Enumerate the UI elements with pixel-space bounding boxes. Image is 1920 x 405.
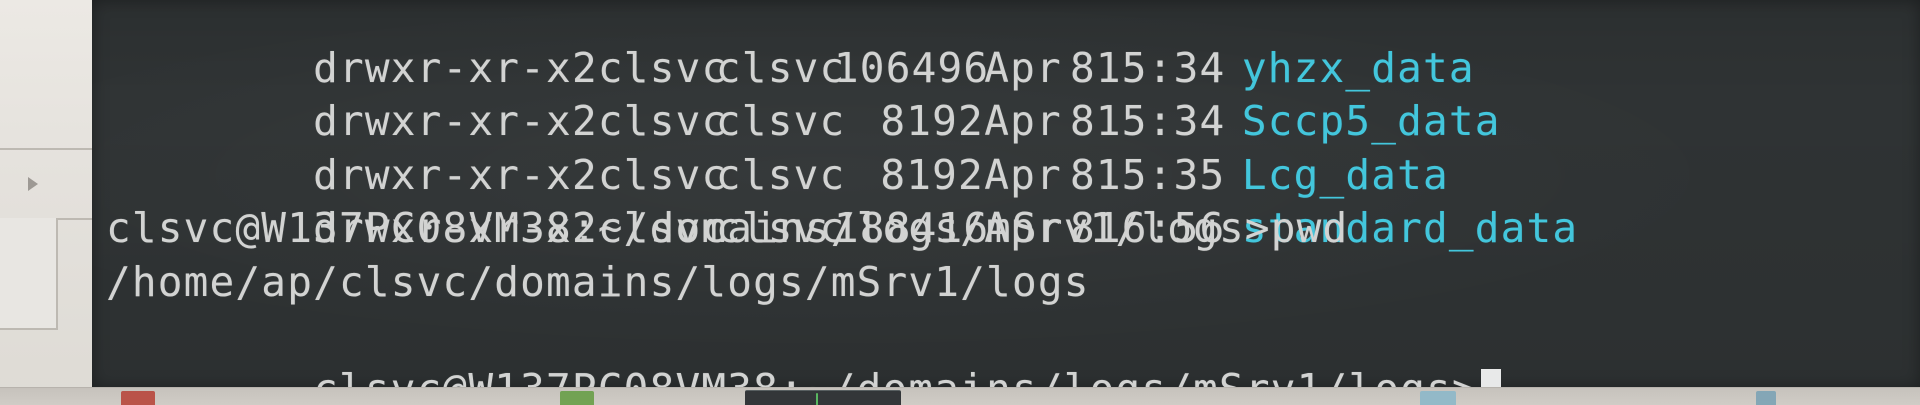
day-field: 8 <box>1070 150 1096 199</box>
taskbar <box>0 387 1920 405</box>
group-field: clsvc <box>715 150 846 199</box>
month-field: Apr <box>984 150 1062 199</box>
shell-command-line: clsvc@W137PC08VM38:~/domains/logs/mSrv1/… <box>106 204 1349 252</box>
time-field: 15:34 <box>1095 97 1226 145</box>
directory-name: Sccp5_data <box>1241 97 1501 145</box>
size-field: 8192 <box>880 150 984 199</box>
group-field: clsvc <box>715 43 846 92</box>
month-field: Apr <box>984 43 1062 92</box>
permissions-field: drwxr-xr-x <box>313 43 572 92</box>
owner-field: clsvc <box>597 150 728 199</box>
owner-field: clsvc <box>597 97 728 145</box>
left-side-panel <box>0 0 92 405</box>
taskbar-red-app-icon[interactable] <box>121 391 155 405</box>
taskbar-blue-app-icon[interactable] <box>1420 391 1456 405</box>
taskbar-small-app-icon[interactable] <box>1756 391 1776 405</box>
panel-box <box>0 218 58 330</box>
day-field: 8 <box>1070 43 1096 92</box>
size-field: 8192 <box>880 97 984 145</box>
terminal-window[interactable]: drwxr-xr-x2clsvcclsvc106496Apr 815:34 yhz… <box>92 0 1920 388</box>
permissions-field: drwxr-xr-x <box>313 150 572 199</box>
time-field: 15:34 <box>1095 43 1226 92</box>
taskbar-terminal-icon[interactable] <box>745 390 901 405</box>
owner-field: clsvc <box>597 43 728 92</box>
group-field: clsvc <box>715 97 846 145</box>
month-field: Apr <box>984 97 1062 145</box>
directory-name: Lcg_data <box>1241 150 1449 199</box>
shell-prompt: clsvc@W137PC08VM38:~/domains/logs/mSrv1/… <box>313 365 1478 389</box>
pwd-output-line: /home/ap/clsvc/domains/logs/mSrv1/logs <box>106 257 1090 306</box>
links-field: 2 <box>571 43 598 92</box>
screen-photo: drwxr-xr-x2clsvcclsvc106496Apr 815:34 yhz… <box>0 0 1920 405</box>
taskbar-green-app-icon[interactable] <box>560 391 594 405</box>
expand-arrow-icon[interactable] <box>28 177 38 191</box>
permissions-field: drwxr-xr-x <box>313 97 572 145</box>
time-field: 15:35 <box>1095 150 1226 199</box>
size-field: 106496 <box>833 43 990 92</box>
panel-divider-top <box>0 148 92 150</box>
current-prompt-line[interactable]: clsvc@W137PC08VM38:~/domains/logs/mSrv1/… <box>106 309 1900 388</box>
terminal-output[interactable]: drwxr-xr-x2clsvcclsvc106496Apr 815:34 yhz… <box>106 0 1900 388</box>
links-field: 2 <box>571 97 598 145</box>
day-field: 8 <box>1070 97 1096 145</box>
ls-entry-line: drwxr-xr-x2clsvcclsvc106496Apr 815:34 yhz… <box>106 0 1900 92</box>
links-field: 2 <box>571 150 598 199</box>
directory-name: yhzx_data <box>1241 43 1475 92</box>
taskbar-indicator-icon <box>816 393 818 405</box>
text-cursor[interactable] <box>1480 368 1501 388</box>
